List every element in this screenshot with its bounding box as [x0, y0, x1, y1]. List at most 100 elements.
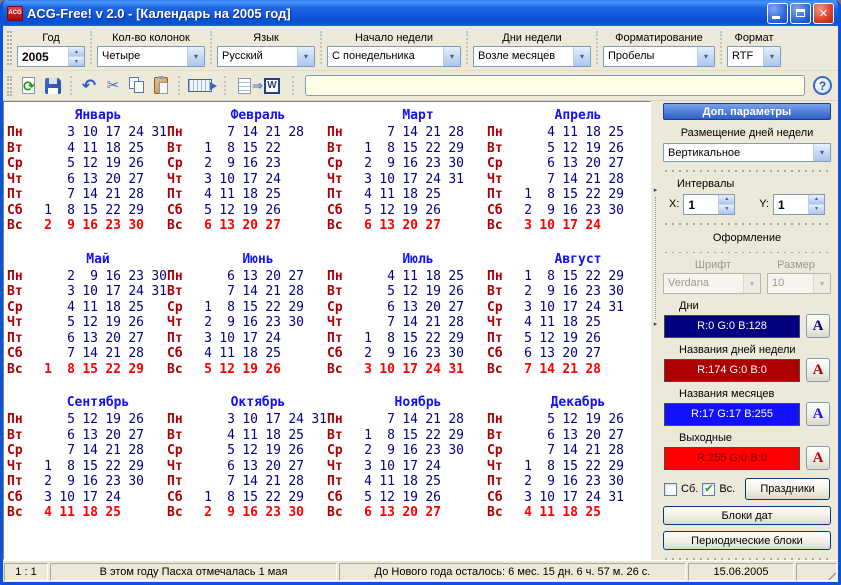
sunday-checkbox[interactable]: ✔	[702, 483, 715, 496]
periodic-blocks-button[interactable]: Периодические блоки	[663, 531, 831, 550]
sunday-label: Вс.	[719, 483, 735, 495]
spin-up-icon[interactable]: ▲	[809, 195, 824, 204]
day-cell: 22	[258, 490, 281, 506]
splitter-arrow-icon[interactable]: ▸	[654, 321, 658, 329]
minimize-button[interactable]	[767, 3, 788, 24]
day-cell: 15	[75, 459, 98, 475]
save-button[interactable]	[41, 75, 65, 97]
day-cell: 4	[349, 187, 372, 203]
day-cell: 22	[418, 141, 441, 157]
day-of-week-label: Пн	[167, 412, 189, 428]
spin-down-icon[interactable]: ▼	[69, 56, 84, 66]
day-cell: 6	[509, 346, 532, 362]
day-cell: 13	[372, 218, 395, 234]
date-blocks-button[interactable]: Блоки дат	[663, 506, 831, 525]
export-word-button[interactable]: ⇒ W	[231, 75, 287, 97]
year-spinner[interactable]: 2005 ▲ ▼	[17, 46, 85, 67]
toolbar-gripper[interactable]	[7, 31, 12, 65]
day-row: Ср6132027	[487, 156, 647, 172]
spin-up-icon[interactable]: ▲	[719, 195, 734, 204]
intervals-button[interactable]	[185, 75, 219, 97]
color-swatch[interactable]: R:255 G:0 B:0	[664, 447, 800, 470]
language-group: Язык Русский ▾	[217, 31, 315, 67]
font-color-button[interactable]: A	[806, 358, 830, 382]
day-of-week-label: Чт	[167, 315, 189, 331]
day-cell: 22	[418, 331, 441, 347]
day-row: Ср7142128	[7, 443, 167, 459]
chevron-down-icon[interactable]: ▾	[297, 47, 314, 66]
chevron-down-icon[interactable]: ▾	[443, 47, 460, 66]
cut-button[interactable]: ✂	[101, 75, 125, 97]
day-cell: 10	[235, 412, 258, 428]
y-value: 1	[774, 195, 808, 214]
x-spinner[interactable]: 1 ▲ ▼	[683, 194, 735, 215]
chevron-down-icon[interactable]: ▾	[573, 47, 590, 66]
color-swatch[interactable]: R:174 G:0 B:0	[664, 359, 800, 382]
refresh-button[interactable]: ⟳	[17, 75, 41, 97]
day-row: Чт3101724	[327, 459, 487, 475]
color-swatch[interactable]: R:0 G:0 B:128	[664, 315, 800, 338]
close-button[interactable]: ✕	[813, 3, 834, 24]
help-button[interactable]: ?	[813, 76, 832, 95]
day-cell: 10	[212, 172, 235, 188]
day-cell: 6	[212, 269, 235, 285]
panel-splitter[interactable]: ▸ ▸	[651, 101, 660, 560]
spin-down-icon[interactable]: ▼	[719, 204, 734, 214]
spin-up-icon[interactable]: ▲	[69, 47, 84, 56]
day-cell: 11	[395, 269, 418, 285]
format-combo[interactable]: RTF ▾	[727, 46, 781, 67]
day-row: Вс4111825	[487, 505, 647, 521]
separator	[665, 223, 829, 225]
placement-combo[interactable]: Вертикальное ▾	[663, 143, 831, 162]
day-cell: 16	[395, 443, 418, 459]
year-label: Год	[42, 31, 60, 46]
day-cell	[464, 474, 487, 490]
language-combo[interactable]: Русский ▾	[217, 46, 315, 67]
command-input[interactable]	[305, 75, 805, 96]
day-row: Пт4111825	[327, 187, 487, 203]
undo-button[interactable]: ↶	[77, 75, 101, 97]
day-cell: 12	[372, 490, 395, 506]
toolbar-separator	[70, 76, 72, 95]
day-cell: 19	[235, 203, 258, 219]
copy-button[interactable]	[125, 75, 149, 97]
spin-down-icon[interactable]: ▼	[809, 204, 824, 214]
checkmark-icon: ✔	[704, 484, 713, 494]
chevron-down-icon[interactable]: ▾	[697, 47, 714, 66]
font-color-button[interactable]: A	[806, 446, 830, 470]
formatting-value: Пробелы	[604, 47, 697, 66]
week-start-combo[interactable]: С понедельника ▾	[327, 46, 461, 67]
font-color-button[interactable]: A	[806, 314, 830, 338]
month-block: ИюльПн4111825Вт5121926Ср6132027Чт7142128…	[327, 251, 487, 378]
day-row: Сб29162330	[327, 346, 487, 362]
maximize-button[interactable]	[790, 3, 811, 24]
day-row: Чт18152229	[7, 459, 167, 475]
chevron-down-icon[interactable]: ▾	[813, 144, 830, 161]
day-of-week-label: Сб	[167, 203, 189, 219]
day-cell: 17	[98, 125, 121, 141]
holidays-button[interactable]: Праздники	[745, 478, 830, 500]
day-cell	[29, 443, 52, 459]
day-row: Вс6132027	[327, 218, 487, 234]
calendar-grid: ЯнварьПн310172431Вт4111825Ср5121926Чт613…	[7, 107, 650, 521]
day-cell: 8	[532, 269, 555, 285]
day-cell: 27	[441, 300, 464, 316]
chevron-down-icon[interactable]: ▾	[763, 47, 780, 66]
toolbar-gripper[interactable]	[7, 76, 12, 96]
day-row: Вс310172431	[327, 362, 487, 378]
day-cell: 13	[532, 346, 555, 362]
weekdays-combo[interactable]: Возле месяцев ▾	[473, 46, 591, 67]
formatting-combo[interactable]: Пробелы ▾	[603, 46, 715, 67]
status-position: 1 : 1	[4, 563, 48, 581]
font-color-button[interactable]: A	[806, 402, 830, 426]
day-cell	[304, 156, 327, 172]
y-spinner[interactable]: 1 ▲ ▼	[773, 194, 825, 215]
day-cell: 29	[121, 459, 144, 475]
saturday-checkbox[interactable]	[664, 483, 677, 496]
paste-button[interactable]	[149, 75, 173, 97]
columns-combo[interactable]: Четыре ▾	[97, 46, 205, 67]
color-swatch[interactable]: R:17 G:17 B:255	[664, 403, 800, 426]
chevron-down-icon[interactable]: ▾	[187, 47, 204, 66]
resize-grip[interactable]	[823, 567, 836, 580]
splitter-arrow-icon[interactable]: ▸	[654, 187, 658, 195]
